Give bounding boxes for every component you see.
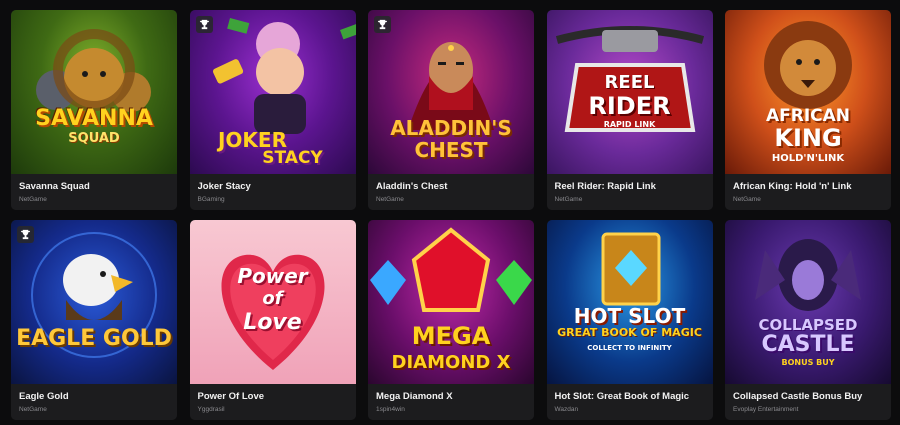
game-title: Reel Rider: Rapid Link <box>554 181 656 192</box>
logo-line-3: COLLECT TO INFINITY <box>587 344 672 352</box>
logo-line-2: of <box>262 288 283 309</box>
logo-line-1: AFRICAN <box>765 106 851 126</box>
game-card-savanna-squad[interactable]: SAVANNA SQUAD Savanna Squad NetGame <box>11 10 177 210</box>
game-meta: Reel Rider: Rapid Link NetGame <box>546 174 713 210</box>
game-meta: Joker Stacy BGaming <box>189 174 356 210</box>
game-provider: NetGame <box>733 196 761 203</box>
game-card-power-of-love[interactable]: Power of Love Power Of Love Yggdrasil <box>189 220 356 420</box>
game-title: Savanna Squad <box>19 181 90 192</box>
game-meta: African King: Hold 'n' Link NetGame <box>725 174 891 210</box>
trophy-icon <box>195 16 213 33</box>
game-provider: Wazdan <box>554 406 579 413</box>
game-meta: Aladdin's Chest NetGame <box>368 174 534 210</box>
logo-line-1: Power <box>237 264 308 288</box>
game-card-mega-diamond-x[interactable]: MEGA DIAMOND X Mega Diamond X 1spin4win <box>368 220 534 420</box>
game-meta: Savanna Squad NetGame <box>11 174 177 210</box>
trophy-icon <box>374 16 391 33</box>
game-thumbnail[interactable]: MEGA DIAMOND X <box>368 220 534 384</box>
game-title: Hot Slot: Great Book of Magic <box>554 391 690 402</box>
game-meta: Eagle Gold NetGame <box>11 384 177 420</box>
logo-line-3: HOLD'N'LINK <box>771 153 845 164</box>
game-provider: NetGame <box>376 196 404 203</box>
game-thumbnail[interactable]: AFRICAN KING HOLD'N'LINK <box>725 10 891 174</box>
game-meta: Hot Slot: Great Book of Magic Wazdan <box>546 384 713 420</box>
game-card-joker-stacy[interactable]: JOKER STACY Joker Stacy BGaming <box>189 10 356 210</box>
game-provider: Yggdrasil <box>197 406 225 413</box>
game-card-aladdins-chest[interactable]: ALADDIN'S CHEST Aladdin's Chest NetGame <box>368 10 534 210</box>
game-meta: Collapsed Castle Bonus Buy Evoplay Enter… <box>725 384 891 420</box>
game-thumbnail[interactable]: Power of Love <box>189 220 356 384</box>
game-card-african-king[interactable]: AFRICAN KING HOLD'N'LINK African King: H… <box>725 10 891 210</box>
game-thumbnail[interactable]: SAVANNA SQUAD <box>11 10 177 174</box>
game-card-eagle-gold[interactable]: EAGLE GOLD Eagle Gold NetGame <box>11 220 177 420</box>
game-provider: 1spin4win <box>376 406 405 413</box>
game-provider: NetGame <box>554 196 583 203</box>
logo-line-3: Love <box>243 310 302 335</box>
game-provider: NetGame <box>19 196 47 203</box>
logo-line-1: HOT SLOT <box>573 304 686 328</box>
game-title: Aladdin's Chest <box>376 181 448 192</box>
logo-line-2: CASTLE <box>761 332 855 357</box>
savanna-art <box>36 29 151 112</box>
game-thumbnail[interactable]: HOT SLOT GREAT BOOK OF MAGIC COLLECT TO … <box>546 220 713 384</box>
game-card-reel-rider[interactable]: REEL RIDER RAPID LINK Reel Rider: Rapid … <box>546 10 713 210</box>
game-thumbnail[interactable]: EAGLE GOLD <box>11 220 177 384</box>
game-card-hot-slot[interactable]: HOT SLOT GREAT BOOK OF MAGIC COLLECT TO … <box>546 220 713 420</box>
eagle-art <box>31 232 157 358</box>
logo-line-3: RAPID LINK <box>603 120 656 129</box>
logo-line-3: BONUS BUY <box>781 358 835 367</box>
game-title: African King: Hold 'n' Link <box>733 181 852 192</box>
logo-line-2: RIDER <box>588 92 671 120</box>
game-meta: Mega Diamond X 1spin4win <box>368 384 534 420</box>
logo-line-2: SQUAD <box>68 131 120 146</box>
game-provider: NetGame <box>19 406 47 413</box>
logo-line-2: GREAT BOOK OF MAGIC <box>557 326 702 339</box>
game-provider: Evoplay Entertainment <box>733 406 799 413</box>
logo-line-2: KING <box>774 124 842 152</box>
game-thumbnail[interactable]: COLLAPSED CASTLE BONUS BUY <box>725 220 891 384</box>
logo-line-1: EAGLE GOLD <box>16 326 172 351</box>
game-card-collapsed-castle[interactable]: COLLAPSED CASTLE BONUS BUY Collapsed Cas… <box>725 220 891 420</box>
book-art <box>601 232 660 306</box>
logo-line-2: CHEST <box>414 138 488 162</box>
logo-line-2: STACY <box>262 148 323 168</box>
game-title: Mega Diamond X <box>376 391 453 402</box>
game-meta: Power Of Love Yggdrasil <box>189 384 356 420</box>
game-provider: BGaming <box>197 196 225 203</box>
game-title: Collapsed Castle Bonus Buy <box>733 391 863 402</box>
game-title: Power Of Love <box>197 391 265 402</box>
game-grid: SAVANNA SQUAD Savanna Squad NetGame JOKE… <box>11 10 891 420</box>
logo-line-1: ALADDIN'S <box>390 116 512 140</box>
logo-line-1: REEL <box>604 72 655 93</box>
logo-line-2: DIAMOND X <box>391 352 511 373</box>
logo-line-1: SAVANNA <box>35 106 153 131</box>
game-title: Eagle Gold <box>19 391 69 402</box>
game-thumbnail[interactable]: REEL RIDER RAPID LINK <box>546 10 713 174</box>
game-thumbnail[interactable]: ALADDIN'S CHEST <box>368 10 534 174</box>
logo-line-1: MEGA <box>411 322 491 350</box>
game-thumbnail[interactable]: JOKER STACY <box>189 10 356 174</box>
trophy-icon <box>17 226 34 243</box>
game-title: Joker Stacy <box>197 181 251 192</box>
